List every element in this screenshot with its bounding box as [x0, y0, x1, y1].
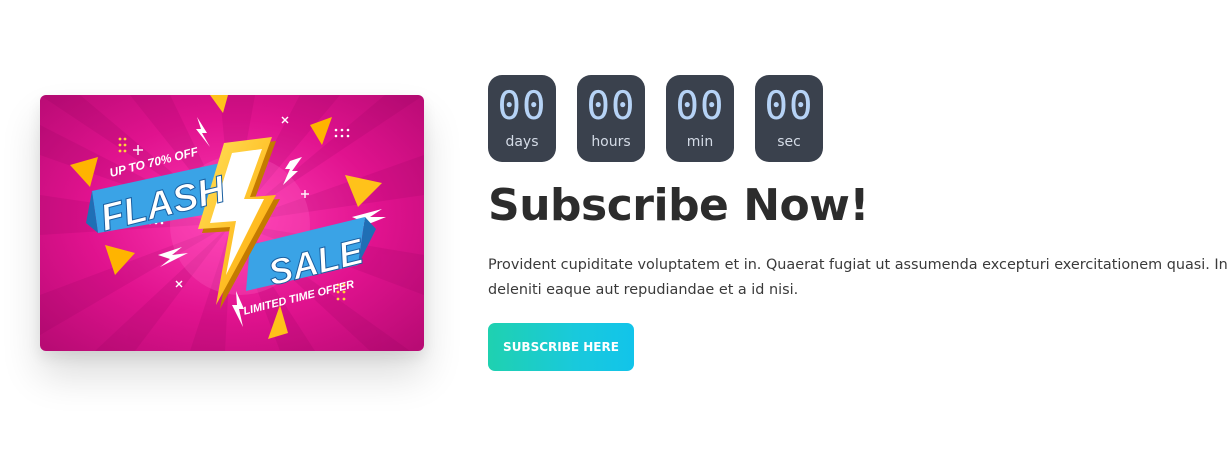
flash-sale-image: UP TO 70% OFF FLASH SALE LIMITED TIME OF… — [40, 95, 424, 351]
page-title: Subscribe Now! — [488, 180, 870, 231]
countdown-hours: 00 hours — [577, 75, 645, 162]
countdown-min: 00 min — [666, 75, 734, 162]
countdown-days-value: 00 — [497, 84, 547, 129]
countdown-days-label: days — [505, 134, 539, 150]
countdown-days: 00 days — [488, 75, 556, 162]
countdown-sec-label: sec — [777, 134, 801, 150]
countdown-min-value: 00 — [675, 84, 725, 129]
countdown-hours-label: hours — [591, 134, 631, 150]
description-text: Provident cupiditate voluptatem et in. Q… — [488, 257, 1228, 298]
countdown-hours-value: 00 — [586, 84, 636, 129]
countdown-min-label: min — [686, 134, 714, 150]
countdown-timer: 00 days 00 hours 00 min 00 sec — [488, 75, 823, 162]
subscribe-button[interactable]: SUBSCRIBE HERE — [488, 323, 634, 371]
countdown-sec-value: 00 — [764, 84, 814, 129]
countdown-sec: 00 sec — [755, 75, 823, 162]
flash-sale-banner: UP TO 70% OFF FLASH SALE LIMITED TIME OF… — [40, 95, 424, 351]
